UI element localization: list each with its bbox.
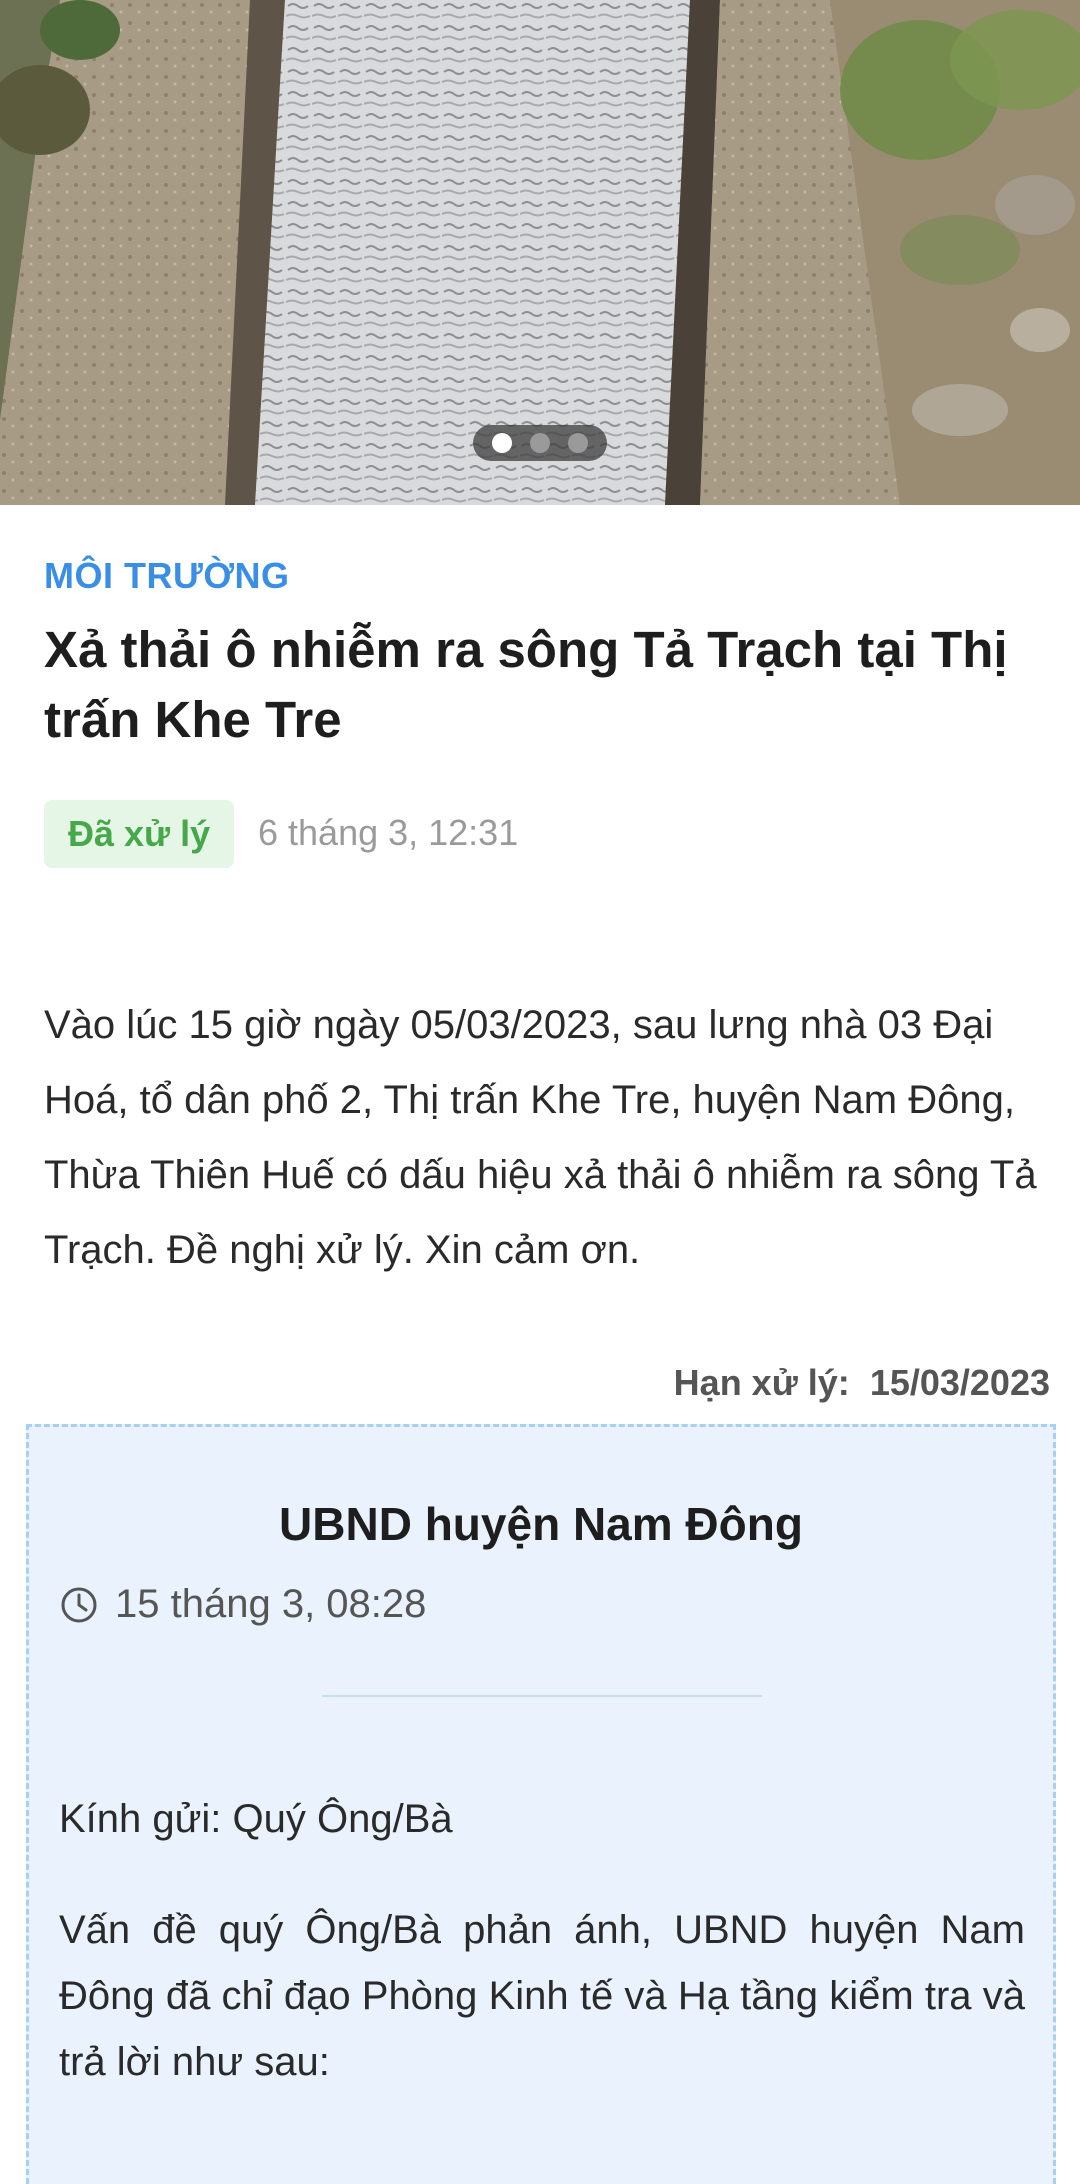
- status-badge: Đã xử lý: [44, 800, 235, 868]
- report-description: Vào lúc 15 giờ ngày 05/03/2023, sau lưng…: [44, 1003, 1037, 1272]
- report-image-carousel[interactable]: [0, 0, 1080, 505]
- posted-date: 6 tháng 3, 12:31: [258, 812, 519, 853]
- category-label[interactable]: MÔI TRƯỜNG: [44, 555, 290, 597]
- article-title: Xả thải ô nhiễm ra sông Tả Trạch tại Thị…: [44, 621, 1008, 748]
- carousel-dot-3[interactable]: [568, 433, 588, 453]
- reply-body: Vấn đề quý Ông/Bà phản ánh, UBND huyện N…: [59, 1908, 1025, 2084]
- carousel-dot-1[interactable]: [492, 433, 512, 453]
- divider: [322, 1695, 762, 1697]
- reply-timestamp: 15 tháng 3, 08:28: [59, 1582, 426, 1627]
- carousel-dot-2[interactable]: [530, 433, 550, 453]
- reply-greeting: Kính gửi: Quý Ông/Bà: [59, 1797, 453, 1841]
- reply-organization: UBND huyện Nam Đông: [279, 1498, 803, 1550]
- carousel-indicator: [473, 425, 607, 461]
- deadline-label: Hạn xử lý:: [673, 1362, 850, 1403]
- clock-icon: [61, 1587, 97, 1622]
- deadline: Hạn xử lý: 15/03/2023: [674, 1362, 1050, 1404]
- reply-time-text: 15 tháng 3, 08:28: [115, 1582, 427, 1626]
- official-reply-card: UBND huyện Nam Đông 15 tháng 3, 08:28 Kí…: [26, 1424, 1056, 2184]
- deadline-value: 15/03/2023: [869, 1362, 1050, 1403]
